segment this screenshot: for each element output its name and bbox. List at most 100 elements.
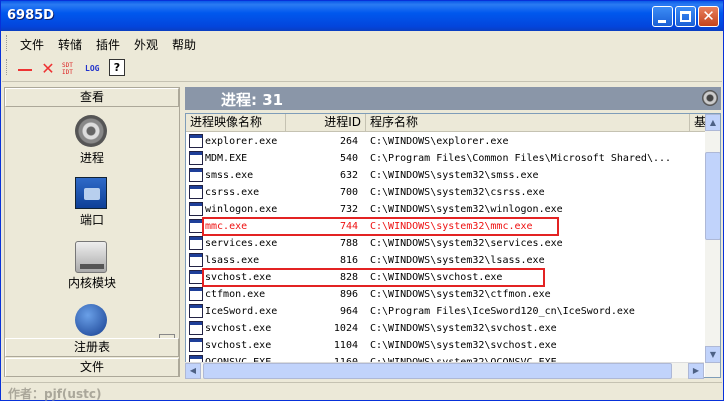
- program-path: C:\Program Files\IceSword120_cn\IceSword…: [370, 306, 635, 317]
- sidebar-item-kernel-modules[interactable]: 内核模块: [5, 274, 179, 291]
- panel-title: 进程: 31: [221, 91, 284, 109]
- process-name: csrss.exe: [205, 187, 260, 198]
- column-header-pid[interactable]: 进程ID: [286, 114, 366, 132]
- table-row[interactable]: winlogon.exe 732 C:\WINDOWS\system32\winlo…: [186, 201, 705, 218]
- table-row[interactable]: smss.exe 632 C:\WINDOWS\system32\smss.exe: [186, 167, 705, 184]
- column-header-base[interactable]: 基: [690, 114, 706, 132]
- process-name: MDM.EXE: [205, 153, 248, 164]
- horizontal-scrollbar[interactable]: ◀ ▶: [185, 362, 704, 379]
- application-icon: [189, 185, 203, 199]
- table-row[interactable]: MDM.EXE 540 C:\Program Files\Common Files\…: [186, 150, 705, 167]
- horizontal-scroll-thumb[interactable]: [203, 363, 672, 379]
- process-id: 788: [339, 238, 358, 249]
- table-row[interactable]: services.exe 788 C:\WINDOWS\system32\servi…: [186, 235, 705, 252]
- table-row[interactable]: explorer.exe 264 C:\WINDOWS\explorer.exe: [186, 133, 705, 150]
- process-name: lsass.exe: [205, 255, 260, 266]
- program-path: C:\WINDOWS\system32\lsass.exe: [370, 255, 545, 266]
- toolbar: ✕ SDT IDT LOG ?: [2, 56, 722, 82]
- maximize-button[interactable]: [675, 6, 696, 27]
- program-path: C:\WINDOWS\explorer.exe: [370, 136, 509, 147]
- close-button[interactable]: ✕: [698, 6, 719, 27]
- process-table: 进程映像名称 进程ID 程序名称 基 explorer.exe 264 C:\WIN…: [185, 113, 721, 378]
- scroll-left-button[interactable]: ◀: [185, 363, 201, 379]
- window-title: 6985D: [7, 8, 54, 23]
- minus-icon[interactable]: [16, 59, 36, 79]
- program-path: C:\WINDOWS\system32\ctfmon.exe: [370, 289, 551, 300]
- process-id: 732: [339, 204, 358, 215]
- application-icon: [189, 270, 203, 284]
- table-row[interactable]: svchost.exe 1024 C:\WINDOWS\system32\svcho…: [186, 320, 705, 337]
- table-row[interactable]: IceSword.exe 964 C:\Program Files\IceSword…: [186, 303, 705, 320]
- menu-dump[interactable]: 转储: [58, 36, 82, 53]
- log-button[interactable]: LOG: [85, 59, 105, 79]
- program-path: C:\WINDOWS\system32\winlogon.exe: [370, 204, 563, 215]
- process-id: 896: [339, 289, 358, 300]
- globe-icon[interactable]: [75, 304, 107, 336]
- sidebar-content: 进程 端口 内核模块 ▼: [5, 107, 179, 350]
- table-row[interactable]: svchost.exe 1104 C:\WINDOWS\system32\svcho…: [186, 337, 705, 354]
- scroll-right-button[interactable]: ▶: [688, 363, 704, 379]
- application-icon: [189, 168, 203, 182]
- column-header-image-name[interactable]: 进程映像名称: [186, 114, 286, 132]
- sdt-idt-button[interactable]: SDT IDT: [62, 59, 82, 79]
- help-icon[interactable]: ?: [109, 59, 125, 76]
- kernel-module-icon[interactable]: [75, 241, 107, 273]
- table-row[interactable]: ctfmon.exe 896 C:\WINDOWS\system32\ctfmon.…: [186, 286, 705, 303]
- application-icon: [189, 287, 203, 301]
- application-icon: [189, 219, 203, 233]
- menu-bar: 文件 转储 插件 外观 帮助: [2, 32, 722, 54]
- network-port-icon[interactable]: [75, 177, 107, 209]
- sidebar-header-files[interactable]: 文件: [5, 358, 179, 377]
- menu-file[interactable]: 文件: [20, 36, 44, 53]
- scroll-up-button[interactable]: ▲: [705, 114, 720, 131]
- sidebar-item-ports[interactable]: 端口: [5, 211, 179, 228]
- vertical-scroll-thumb[interactable]: [705, 152, 720, 240]
- maximize-icon: [680, 11, 691, 22]
- program-path: C:\WINDOWS\system32\svchost.exe: [370, 340, 557, 351]
- minimize-button[interactable]: [652, 6, 673, 27]
- annotation-highlight-box: [202, 217, 559, 236]
- process-name: smss.exe: [205, 170, 254, 181]
- process-id: 964: [339, 306, 358, 317]
- annotation-highlight-box: [202, 268, 545, 287]
- panel-header: 进程: 31: [185, 87, 721, 110]
- title-bar[interactable]: 6985D ✕: [1, 1, 723, 31]
- menu-appearance[interactable]: 外观: [134, 36, 158, 53]
- table-header: 进程映像名称 进程ID 程序名称 基: [186, 114, 706, 132]
- program-path: C:\WINDOWS\system32\svchost.exe: [370, 323, 557, 334]
- process-name: services.exe: [205, 238, 278, 249]
- table-row[interactable]: csrss.exe 700 C:\WINDOWS\system32\csrss.ex…: [186, 184, 705, 201]
- close-icon: ✕: [702, 7, 715, 25]
- sidebar-header-registry[interactable]: 注册表: [5, 338, 179, 357]
- sidebar: 查看 进程 端口 内核模块 ▼ 注册表 文件: [4, 87, 180, 377]
- process-name: svchost.exe: [205, 340, 272, 351]
- terminate-icon[interactable]: ✕: [38, 59, 58, 79]
- application-icon: [189, 304, 203, 318]
- application-icon: [189, 151, 203, 165]
- process-name: svchost.exe: [205, 323, 272, 334]
- application-icon: [189, 321, 203, 335]
- gear-icon[interactable]: [75, 115, 107, 147]
- minimize-icon: [658, 20, 666, 23]
- program-path: C:\WINDOWS\system32\smss.exe: [370, 170, 539, 181]
- idt-label: IDT: [62, 69, 73, 76]
- menu-help[interactable]: 帮助: [172, 36, 196, 53]
- refresh-icon[interactable]: [702, 90, 718, 106]
- program-path: C:\WINDOWS\system32\csrss.exe: [370, 187, 545, 198]
- process-name: IceSword.exe: [205, 306, 278, 317]
- status-author: 作者：pjf(ustc): [8, 387, 102, 401]
- application-icon: [189, 236, 203, 250]
- application-icon: [189, 338, 203, 352]
- main-window: 6985D ✕ 文件 转储 插件 外观 帮助 ✕ SDT IDT LOG ? 查…: [0, 0, 724, 401]
- menu-plugins[interactable]: 插件: [96, 36, 120, 53]
- toolbar-grip: [6, 59, 9, 75]
- scroll-down-button[interactable]: ▼: [705, 346, 720, 363]
- column-header-program[interactable]: 程序名称: [366, 114, 690, 132]
- status-bar: 作者：pjf(ustc): [2, 382, 722, 401]
- sidebar-item-processes[interactable]: 进程: [5, 149, 179, 166]
- sidebar-header-view[interactable]: 查看: [5, 88, 179, 107]
- table-row[interactable]: lsass.exe 816 C:\WINDOWS\system32\lsass.ex…: [186, 252, 705, 269]
- process-id: 700: [339, 187, 358, 198]
- process-name: explorer.exe: [205, 136, 278, 147]
- vertical-scrollbar[interactable]: ▲ ▼: [705, 114, 720, 377]
